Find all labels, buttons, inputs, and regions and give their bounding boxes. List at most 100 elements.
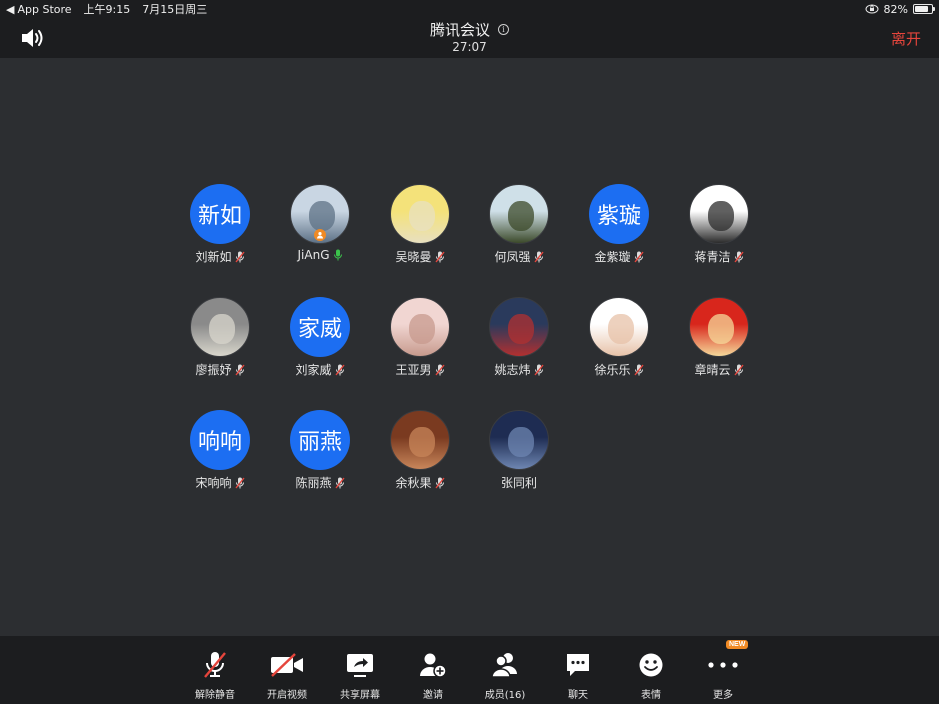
participant-name: 蒋青洁 xyxy=(694,250,731,264)
back-to-app-link[interactable]: ◀ App Store xyxy=(6,3,72,16)
participant-tile[interactable]: 徐乐乐 xyxy=(569,297,669,378)
participant-tile[interactable]: 吴晓曼 xyxy=(370,184,470,265)
participant-name: 刘新如 xyxy=(195,250,232,264)
avatar: 家威 xyxy=(290,297,350,357)
participant-name: 徐乐乐 xyxy=(594,363,631,377)
meeting-title-area: 腾讯会议 i 27:07 xyxy=(0,18,939,54)
emoji-icon xyxy=(615,648,687,682)
avatar-photo xyxy=(708,314,734,344)
participant-name-row: 张同利 xyxy=(469,474,569,491)
participant-name-row: 徐乐乐 xyxy=(569,361,669,378)
members-icon xyxy=(469,648,541,682)
participant-tile[interactable]: 家威 刘家威 xyxy=(270,297,370,378)
toolbar-label: 共享屏幕 xyxy=(340,690,380,701)
avatar-initials: 家威 xyxy=(297,317,342,342)
toolbar-label: 成员(16) xyxy=(484,690,526,701)
avatar: 新如 xyxy=(190,184,250,244)
participant-tile[interactable]: 丽燕陈丽燕 xyxy=(270,410,370,491)
avatar-photo xyxy=(409,314,435,344)
avatar-photo xyxy=(209,314,235,344)
participant-name-row: 廖振妤 xyxy=(170,361,270,378)
participant-name-row: 宋响响 xyxy=(170,474,270,491)
avatar xyxy=(489,184,549,244)
meeting-info-icon[interactable]: i xyxy=(498,24,509,35)
participant-tile[interactable]: JiAnG xyxy=(270,184,370,262)
avatar xyxy=(390,410,450,470)
mic-muted-icon xyxy=(434,364,445,375)
participant-tile[interactable]: 新如刘新如 xyxy=(170,184,270,265)
avatar-photo xyxy=(508,427,534,457)
participant-tile[interactable]: 何凤强 xyxy=(469,184,569,265)
toolbar-mic-muted-button[interactable]: 解除静音 xyxy=(179,636,251,704)
participant-name: JiAnG xyxy=(297,248,330,262)
mic-muted-icon xyxy=(234,251,245,262)
avatar xyxy=(489,410,549,470)
avatar xyxy=(689,184,749,244)
status-date: 7月15日周三 xyxy=(142,3,208,16)
toolbar-emoji-button[interactable]: 表情 xyxy=(615,636,687,704)
orientation-lock-icon xyxy=(865,4,879,14)
toolbar-label: 解除静音 xyxy=(195,690,235,701)
avatar-photo xyxy=(708,201,734,231)
participant-name-row: 何凤强 xyxy=(469,248,569,265)
participant-name: 廖振妤 xyxy=(195,363,232,377)
meeting-title: 腾讯会议 xyxy=(429,21,490,39)
mic-muted-icon xyxy=(234,364,245,375)
avatar xyxy=(489,297,549,357)
more-icon xyxy=(687,648,759,682)
participant-tile[interactable]: 余秋果 xyxy=(370,410,470,491)
participant-name-row: 章晴云 xyxy=(669,361,769,378)
participant-name-row: 余秋果 xyxy=(370,474,470,491)
participant-name: 章晴云 xyxy=(694,363,731,377)
toolbar-label: 表情 xyxy=(641,690,661,701)
mic-muted-icon xyxy=(434,251,445,262)
meeting-header: 腾讯会议 i 27:07 离开 xyxy=(0,18,939,58)
meeting-timer: 27:07 xyxy=(452,40,487,54)
participant-tile[interactable]: 廖振妤 xyxy=(170,297,270,378)
toolbar-label: 聊天 xyxy=(568,690,588,701)
toolbar-members-button[interactable]: 成员(16) xyxy=(469,636,541,704)
status-bar: ◀ App Store 上午9:15 7月15日周三 82% xyxy=(0,0,939,18)
avatar xyxy=(290,184,350,244)
participant-grid: 新如刘新如 JiAnG 吴晓曼 何凤强 紫璇 金紫璇蒋青洁廖振妤 家威 刘家威王亚男 姚志炜 徐乐… xyxy=(0,58,939,636)
leave-meeting-button[interactable]: 离开 xyxy=(891,28,921,49)
participant-name: 姚志炜 xyxy=(494,363,531,377)
battery-percent: 82% xyxy=(883,2,908,16)
toolbar-chat-button[interactable]: 聊天 xyxy=(542,636,614,704)
avatar-initials: 响响 xyxy=(197,430,242,455)
invite-user-icon xyxy=(397,648,469,682)
participant-tile[interactable]: 紫璇 金紫璇 xyxy=(569,184,669,265)
avatar: 紫璇 xyxy=(589,184,649,244)
toolbar-share-screen-button[interactable]: 共享屏幕 xyxy=(324,636,396,704)
avatar xyxy=(589,297,649,357)
mic-muted-icon xyxy=(234,477,245,488)
participant-name-row: 陈丽燕 xyxy=(270,474,370,491)
mic-muted-icon xyxy=(633,364,644,375)
avatar-photo xyxy=(309,201,335,231)
mic-muted-icon xyxy=(533,251,544,262)
share-screen-icon xyxy=(324,648,396,682)
participant-tile[interactable]: 蒋青洁 xyxy=(669,184,769,265)
participant-name: 陈丽燕 xyxy=(295,476,332,490)
battery-icon xyxy=(913,4,935,14)
avatar-photo xyxy=(608,314,634,344)
avatar: 丽燕 xyxy=(290,410,350,470)
battery-fill xyxy=(915,6,929,12)
avatar-photo xyxy=(508,201,534,231)
participant-name: 王亚男 xyxy=(395,363,432,377)
participant-tile[interactable]: 姚志炜 xyxy=(469,297,569,378)
participant-tile[interactable]: 章晴云 xyxy=(669,297,769,378)
participant-tile[interactable]: 王亚男 xyxy=(370,297,470,378)
participant-tile[interactable]: 响响 宋响响 xyxy=(170,410,270,491)
avatar xyxy=(390,184,450,244)
toolbar-more-button[interactable]: 更多 NEW xyxy=(687,636,759,704)
status-time: 上午9:15 xyxy=(83,3,131,16)
mic-muted-icon xyxy=(334,477,345,488)
participant-name: 余秋果 xyxy=(395,476,432,490)
toolbar-label: 开启视频 xyxy=(267,690,307,701)
toolbar-invite-user-button[interactable]: 邀请 xyxy=(397,636,469,704)
avatar-photo xyxy=(409,201,435,231)
participant-tile[interactable]: 张同利 xyxy=(469,410,569,491)
mic-active-icon xyxy=(333,249,342,261)
toolbar-video-off-button[interactable]: 开启视频 xyxy=(251,636,323,704)
